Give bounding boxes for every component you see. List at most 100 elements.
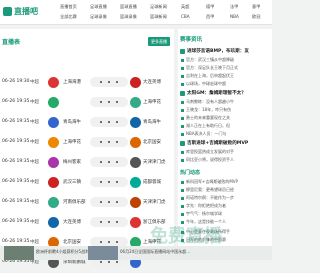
home-team: 河南俱乐部: [63, 200, 86, 205]
home-team: 武汉三镇: [63, 180, 81, 185]
away-team: 大连英博: [143, 80, 161, 85]
match-row[interactable]: 06-26 19:35 中超 梅州客家 天津津门虎: [2, 153, 172, 173]
match-league: 中超: [30, 100, 39, 105]
match-row[interactable]: 06-26 19:35 中超 上海申花 北京国安: [2, 133, 172, 153]
nav-item[interactable]: 篮球录像: [120, 14, 137, 20]
more-button[interactable]: 更多直播: [148, 37, 170, 46]
bullet-icon: [181, 124, 184, 128]
nav-item[interactable]: 德甲: [206, 4, 214, 10]
away-team-logo-icon: [130, 157, 141, 168]
match-row[interactable]: 06-26 19:30 中超 上海海港 大连英博: [2, 73, 172, 93]
news-item[interactable]: 官方：武汉三镇从中超降级: [181, 57, 234, 63]
news-item[interactable]: 以球场，中球宏球中超: [181, 81, 226, 87]
nav-item[interactable]: 西甲: [206, 14, 214, 20]
nav-item[interactable]: 足球新闻: [150, 4, 167, 10]
news-item[interactable]: 官方：深足队长王晓下月正式: [181, 65, 238, 71]
news-item[interactable]: 新科冠军+吉姆斯破败的MVP: [181, 179, 238, 185]
top-header: 直播吧 直播首页 足球直播 篮球直播 足球新闻 英超 德甲 法甲 意甲 全部比赛…: [0, 0, 272, 25]
news-item[interactable]: NBA表决人员：一门与: [181, 131, 226, 137]
nav-item[interactable]: 篮球新闻: [150, 14, 167, 20]
away-team-logo-icon: [130, 77, 141, 88]
bullet-icon: [181, 100, 184, 104]
nav-item[interactable]: 全部比赛: [60, 14, 77, 20]
bullet-icon: [181, 204, 184, 208]
match-row[interactable]: 06-26 19:35 中超 河南俱乐部 天津津门虎: [2, 193, 172, 213]
match-league: 中超: [30, 140, 39, 145]
headline[interactable]: 吉斯进球+吉姆斯破败的MVP: [187, 140, 248, 146]
away-team: 天津津门虎: [143, 200, 166, 205]
match-league: 中超: [30, 240, 39, 245]
main-nav: 直播首页 足球直播 篮球直播 足球新闻 英超 德甲 法甲 意甲 全部比赛 足球录…: [60, 0, 272, 24]
nav-item[interactable]: 英超: [181, 4, 189, 10]
away-team: 北京国安: [143, 140, 161, 145]
score-placeholder: [90, 117, 128, 127]
nav-item[interactable]: 直播首页: [60, 4, 77, 10]
news-item[interactable]: 王晓龙：18年，咋只有伤: [181, 107, 231, 113]
bullet-icon: [181, 108, 184, 112]
match-row[interactable]: 06-26 19:35 中超 武汉三镇 成都蓉城: [2, 173, 172, 193]
match-time: 06-26 19:35: [2, 219, 30, 224]
nav-item[interactable]: 法甲: [230, 4, 238, 10]
home-team: 北京国安: [63, 240, 81, 245]
match-time: 06-26 19:35: [2, 179, 30, 184]
match-time: 06-26 19:35: [2, 119, 30, 124]
away-team-logo-icon: [130, 137, 141, 148]
bullet-icon: [181, 132, 184, 136]
nav-item[interactable]: 篮球直播: [120, 4, 137, 10]
bullet-icon: [181, 188, 184, 192]
match-row[interactable]: 06-26 19:35 中超 上海申花: [2, 93, 172, 113]
headline[interactable]: 太阳GM：詹姆斯理智不太？: [187, 90, 246, 96]
match-time: 06-26 19:35: [2, 139, 30, 144]
score-placeholder: [90, 177, 128, 187]
video-thumbnail[interactable]: [4, 246, 34, 260]
video-thumbnail[interactable]: [88, 246, 118, 260]
headline-icon: [180, 49, 185, 54]
match-row[interactable]: 06-26 19:35 中超 大连英博 浙江俱乐部: [2, 213, 172, 233]
news-item[interactable]: 库里投篮热成立发展的对手: [181, 149, 234, 155]
away-team: 上海申花: [143, 100, 161, 105]
site-logo[interactable]: 直播吧: [3, 5, 41, 19]
away-team-logo-icon: [130, 217, 141, 228]
news-item[interactable]: 勇士的未来重要现在之关: [181, 115, 230, 121]
headline[interactable]: 进球莎言语BMP，布玖斯：友: [187, 48, 249, 54]
bullet-icon: [181, 180, 184, 184]
score-placeholder: [90, 97, 128, 107]
news-item[interactable]: 字先：你拒绝把成为者: [181, 203, 226, 209]
logo-text: 直播吧: [14, 7, 38, 16]
home-team: 梅州客家: [63, 160, 81, 165]
nav-item[interactable]: NBA: [230, 14, 239, 19]
nav-item[interactable]: CBA: [181, 14, 190, 19]
bullet-icon: [181, 58, 184, 62]
watermark-text: 免费直播: [150, 226, 222, 247]
score-placeholder: [90, 77, 128, 87]
news-item[interactable]: 阿诺特尔俱：不能作为一步: [181, 195, 234, 201]
news-item[interactable]: 冈比亚小将，说得投资手人: [181, 157, 234, 163]
news-item[interactable]: 吉利在上海，后申超起伏王: [181, 73, 234, 79]
match-time: 06-26 19:35: [2, 159, 30, 164]
news-item[interactable]: 湖人正在上有助行日，但: [181, 123, 230, 129]
schedule-panel: 直播表 更多直播 06-26 19:30 中超 上海海港 大连英博 06-26 19:3…: [0, 29, 174, 268]
news-title: 赛事资讯: [180, 37, 203, 43]
match-league: 中超: [30, 200, 39, 205]
nav-item[interactable]: 欧冠: [252, 14, 260, 20]
news-item[interactable]: 穆里尼奥：更希望球员已经: [181, 187, 234, 193]
away-team-logo-icon: [130, 177, 141, 188]
video-title[interactable]: 06月24日全国国际直播网站中国永超…: [120, 249, 190, 255]
schedule-title: 直播表: [2, 39, 21, 46]
match-time: 06-26 19:30: [2, 79, 30, 84]
home-team-logo-icon: [48, 177, 59, 188]
nav-item[interactable]: 足球直播: [90, 4, 107, 10]
bullet-icon: [181, 150, 184, 154]
home-team: 大连英博: [63, 220, 81, 225]
home-team: 上海申花: [63, 140, 81, 145]
score-placeholder: [90, 137, 128, 147]
news-item[interactable]: 马刺教练：没有人超越小牛: [181, 99, 234, 105]
news-item[interactable]: 宇气气：杨尔城学球: [181, 211, 222, 217]
away-team: 成都蓉城: [143, 180, 161, 185]
nav-item[interactable]: 意甲: [252, 4, 260, 10]
headline-icon: [180, 141, 185, 146]
home-team-logo-icon: [48, 117, 59, 128]
nav-item[interactable]: 足球录像: [90, 14, 107, 20]
away-team-logo-icon: [130, 97, 141, 108]
match-row[interactable]: 06-26 19:35 中超 青岛海牛 青岛海牛: [2, 113, 172, 133]
